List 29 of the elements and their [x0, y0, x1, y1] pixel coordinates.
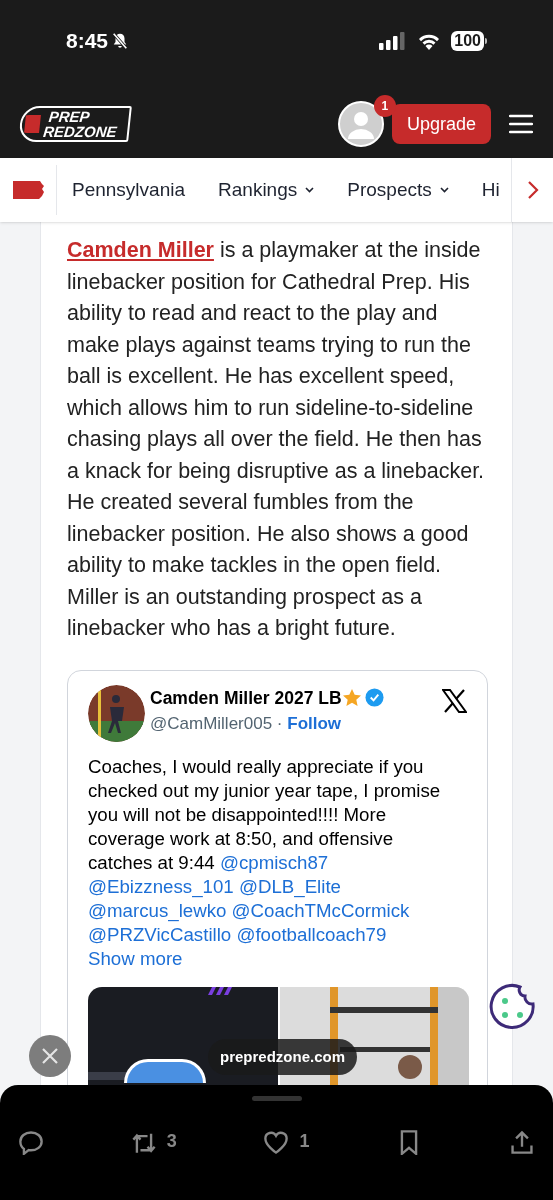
separator-dot: · — [276, 713, 283, 733]
tweet-text: Coaches, I would really appreciate if you checked out my junior year tape, I promise you will not be disappointed!!!! More coverage work at 8:50, and offensive catches at 9:44 @cpmisch87 @Ebizzness_101 @DLB_Elite @marcus_lewko @CoachTMcCormick @PRZVicCastillo @footballcoach79 Show more — [88, 754, 442, 971]
author-handle: @CamMiller005 — [150, 713, 273, 733]
mention-link[interactable]: @Ebizzness_101 — [88, 875, 234, 897]
mention-link[interactable]: @marcus_lewko — [88, 899, 227, 921]
action-count: 1 — [299, 1130, 310, 1153]
author-name: Camden Miller 2027 LB — [150, 686, 342, 710]
follow-link[interactable]: Follow — [287, 713, 342, 733]
action-count: 3 — [166, 1130, 177, 1153]
article-paragraph: Camden Miller is a playmaker at the inside linebacker position for Cathedral Prep. His ability to read and react to the play and make plays against teams trying to run the ball is excellent. He has excellent speed, which allows him to run sideline-to-sideline chasing plays all over the field. He then has a knack for being disruptive as a linebacker. He created several fumbles from the linebacker position. He also shows a good ability to make tackles in the open field. Miller is an outstanding prospect as a linebacker who has a bright future. — [67, 237, 486, 642]
nav-item[interactable]: Prospects — [347, 175, 449, 205]
mention-link[interactable]: @PRZVicCastillo — [88, 923, 232, 945]
show-more-link[interactable]: Show more — [88, 947, 183, 969]
status-time: 8:45 — [66, 28, 109, 55]
mention-link[interactable]: @CoachTMcCormick — [231, 899, 410, 921]
player-link[interactable]: Camden Miller — [67, 238, 214, 262]
mention-link[interactable]: @cpmisch87 — [219, 851, 329, 873]
link-preview-pill[interactable]: prepredzone.com — [208, 1039, 358, 1075]
notification-badge: 1 — [373, 95, 396, 117]
logo-text: PREP — [46, 109, 92, 124]
mention-link[interactable]: @footballcoach79 — [236, 923, 387, 945]
upgrade-button[interactable]: Upgrade — [391, 104, 491, 144]
logo-text: REDZONE — [42, 124, 118, 139]
nav-item[interactable]: Rankings — [218, 175, 315, 205]
site-logo[interactable]: PREP REDZONE — [18, 106, 132, 142]
nav-item[interactable]: Pennsylvania — [72, 175, 186, 205]
battery-icon: 100 — [451, 31, 487, 51]
mention-link[interactable]: @DLB_Elite — [238, 875, 341, 897]
nav-item[interactable]: Hi — [481, 175, 500, 205]
